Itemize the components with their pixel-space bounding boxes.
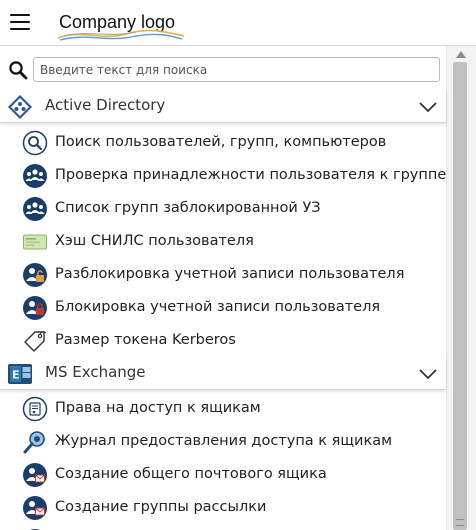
search-bar: [0, 55, 446, 85]
svg-text:E: E: [12, 369, 20, 382]
menu-item-label: Размер токена Kerberos: [55, 332, 236, 348]
menu-item-label: Список групп заблокированной УЗ: [55, 200, 321, 216]
search-icon[interactable]: [8, 60, 28, 80]
users-group-icon: [23, 164, 47, 188]
magnifier-circle-icon: [22, 130, 48, 156]
menu-item-label: Создание общего почтового ящика: [55, 466, 327, 482]
menu-item-mailbox-permissions[interactable]: Права на доступ к ящикам: [0, 393, 446, 426]
menu-item-kerberos-token[interactable]: Размер токена Kerberos: [0, 325, 446, 358]
shared-mailbox-icon: [23, 463, 47, 487]
menu-item-label: Создание группы рассылки: [55, 499, 267, 515]
tag-icon: [24, 331, 47, 352]
user-unlock-icon: [23, 263, 47, 287]
menu-item-locked-groups[interactable]: Список групп заблокированной УЗ: [0, 193, 446, 226]
active-directory-icon: [8, 95, 32, 119]
search-input[interactable]: [33, 57, 440, 82]
top-bar: Company logo: [0, 0, 476, 46]
logo-swoosh-icon: [57, 29, 185, 41]
user-lock-icon: [23, 296, 47, 320]
distribution-group-icon: [23, 496, 47, 520]
id-card-icon: [23, 234, 47, 250]
users-group-icon: [23, 197, 47, 221]
menu-item-snils-hash[interactable]: Хэш СНИЛС пользователя: [0, 226, 446, 259]
menu-item-label: Блокировка учетной записи пользователя: [55, 299, 381, 315]
company-logo[interactable]: Company logo: [56, 10, 196, 44]
menu-item-label: Проверка принадлежности пользователя к г…: [55, 167, 447, 183]
mailbox-permissions-icon: [22, 396, 48, 422]
menu-item-partial[interactable]: [0, 525, 446, 530]
menu-item-label: Права на доступ к ящикам: [55, 400, 261, 416]
group-title: Active Directory: [45, 96, 166, 114]
menu-item-lock-account[interactable]: Блокировка учетной записи пользователя: [0, 292, 446, 325]
menu-item-label: Хэш СНИЛС пользователя: [55, 233, 254, 249]
menu-item-create-distribution-group[interactable]: Создание группы рассылки: [0, 492, 446, 525]
menu-item-check-membership[interactable]: Проверка принадлежности пользователя к г…: [0, 160, 446, 193]
grip-icon: [456, 519, 464, 526]
menu-item-search-users[interactable]: Поиск пользователей, групп, компьютеров: [0, 127, 446, 160]
menu-item-create-shared-mailbox[interactable]: Создание общего почтового ящика: [0, 459, 446, 492]
menu-item-access-log[interactable]: Журнал предоставления доступа к ящикам: [0, 426, 446, 459]
menu-item-unlock-account[interactable]: Разблокировка учетной записи пользовател…: [0, 259, 446, 292]
menu-item-label: Поиск пользователей, групп, компьютеров: [55, 134, 387, 150]
chevron-down-icon[interactable]: [418, 100, 438, 114]
group-title: MS Exchange: [45, 363, 146, 381]
group-header-ms-exchange[interactable]: E MS Exchange: [0, 356, 446, 390]
exchange-icon: E: [8, 364, 32, 384]
group-header-active-directory[interactable]: Active Directory: [0, 89, 446, 123]
menu-item-label: Журнал предоставления доступа к ящикам: [55, 433, 393, 449]
vertical-scrollbar[interactable]: [446, 46, 476, 530]
search-log-icon: [23, 431, 45, 454]
scroll-up-arrow-icon[interactable]: [456, 51, 466, 58]
chevron-down-icon[interactable]: [418, 367, 438, 381]
scrollbar-thumb[interactable]: [453, 62, 467, 530]
menu-item-label: Разблокировка учетной записи пользовател…: [55, 266, 405, 282]
hamburger-menu-icon[interactable]: [10, 14, 30, 31]
